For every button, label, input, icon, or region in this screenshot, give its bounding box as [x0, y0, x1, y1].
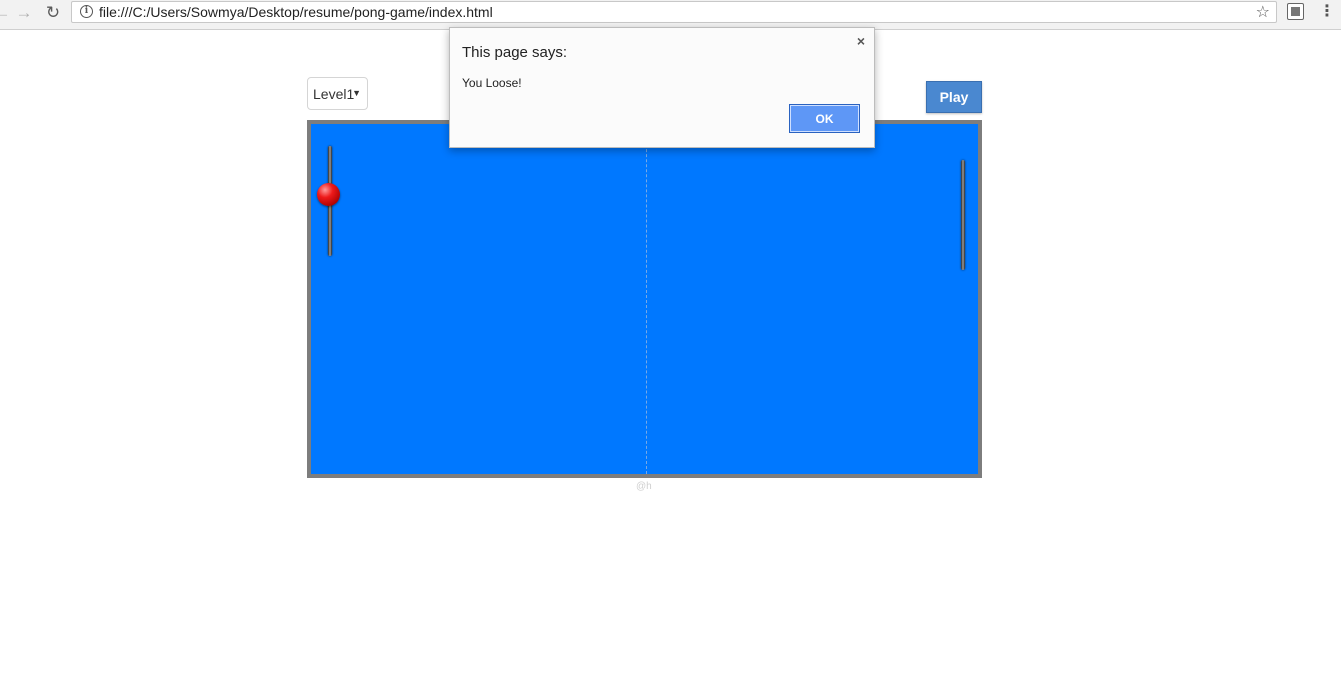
center-line [646, 124, 647, 474]
chevron-down-icon: ▼ [352, 88, 361, 98]
url-text[interactable]: file:///C:/Users/Sowmya/Desktop/resume/p… [99, 4, 493, 20]
back-arrow-icon[interactable]: ← [0, 2, 12, 22]
dialog-message: You Loose! [462, 76, 522, 90]
address-bar[interactable]: i file:///C:/Users/Sowmya/Desktop/resume… [71, 1, 1277, 23]
alert-dialog: This page says: × You Loose! OK [449, 27, 875, 148]
close-icon[interactable]: × [857, 33, 865, 49]
right-paddle [961, 160, 965, 270]
info-icon[interactable]: i [80, 5, 93, 18]
forward-arrow-icon[interactable]: → [14, 2, 34, 22]
ball [317, 183, 340, 206]
level-select-value: Level1 [313, 85, 355, 102]
extension-icon[interactable] [1287, 3, 1304, 20]
ok-button[interactable]: OK [789, 104, 860, 133]
dialog-title: This page says: [462, 44, 568, 61]
level-select[interactable]: Level1 ▼ [307, 77, 368, 110]
menu-icon[interactable]: ⋮ [1319, 1, 1335, 21]
game-board[interactable] [307, 120, 982, 478]
browser-toolbar: ← → ↻ i file:///C:/Users/Sowmya/Desktop/… [0, 0, 1341, 30]
play-button[interactable]: Play [926, 81, 982, 113]
reload-icon[interactable]: ↻ [43, 2, 63, 22]
footer-mark: @h [636, 481, 652, 492]
bookmark-star-icon[interactable]: ☆ [1256, 2, 1270, 22]
